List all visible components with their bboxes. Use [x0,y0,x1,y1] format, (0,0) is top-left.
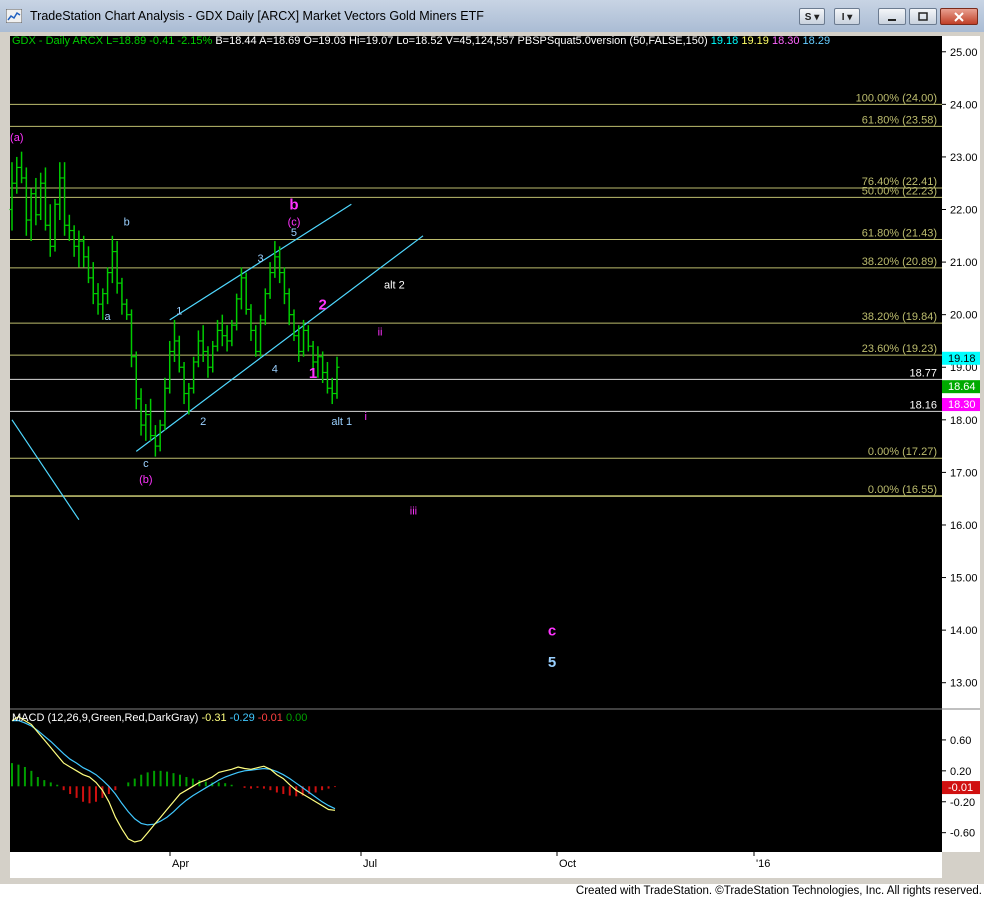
price-axis-tick-label: 24.00 [950,99,978,111]
level-label: 50.00% (22.23) [862,185,937,197]
price-tag-label: 19.18 [948,353,976,365]
level-label: 100.00% (24.00) [856,92,937,104]
level-label: 38.20% (19.84) [862,311,937,323]
wave-label: 2 [318,296,326,313]
header-field: -2.15% [177,35,215,47]
macd-header: MACD (12,26,9,Green,Red,DarkGray) -0.31 … [12,712,307,724]
header-field: B=18.44 [215,35,259,47]
wave-label: alt 1 [331,416,352,428]
time-axis-tick-label: Apr [172,858,189,870]
maximize-icon [918,12,928,21]
wave-label: (c) [288,216,301,228]
macd-label: MACD (12,26,9,Green,Red,DarkGray) [12,712,202,724]
macd-value: -0.31 [202,712,230,724]
price-panel-background [10,36,942,709]
wave-label: 5 [291,227,297,239]
macd-axis-tick-label: -0.20 [950,797,975,809]
close-icon [954,12,964,22]
level-label: 18.77 [909,367,937,379]
macd-value: -0.01 [258,712,286,724]
indicator-link-i-button[interactable]: I ▾ [834,8,860,25]
footer: Created with TradeStation. ©TradeStation… [0,884,984,899]
macd-axis-tick-label: 0.20 [950,766,971,778]
wave-label: (a) [10,132,23,144]
header-field: A=18.69 [259,35,303,47]
wave-label: (b) [139,474,152,486]
chart-window: TradeStation Chart Analysis - GDX Daily … [0,0,984,884]
wave-label: 3 [257,253,263,265]
copyright-credit: Created with TradeStation. ©TradeStation… [575,885,982,897]
price-tag-label: 18.30 [948,399,976,411]
wave-label: c [548,622,556,639]
window-title: TradeStation Chart Analysis - GDX Daily … [30,9,484,23]
level-label: 61.80% (21.43) [862,227,937,239]
macd-last-tag-label: -0.01 [948,782,973,794]
price-axis-tick-label: 25.00 [950,47,978,59]
price-axis-tick-label: 15.00 [950,573,978,585]
header-field: PBSPSquat5.0version (50,FALSE,150) [518,35,711,47]
level-label: 0.00% (17.27) [868,446,937,458]
wave-label: 4 [272,364,278,376]
price-axis-tick-label: 18.00 [950,415,978,427]
indicator-value: 18.30 [772,35,803,47]
wave-label: 2 [200,416,206,428]
wave-label: ii [378,327,383,339]
i-button-label: I [841,12,845,23]
wave-label: b [289,197,298,214]
header-field: GDX - Daily [12,35,73,47]
price-axis-tick-label: 23.00 [950,152,978,164]
price-axis-tick-label: 14.00 [950,625,978,637]
minimize-icon [888,19,896,21]
price-axis-tick-label: 17.00 [950,467,978,479]
macd-axis-tick-label: -0.60 [950,828,975,840]
wave-label: 5 [548,654,556,671]
macd-value: 0.00 [286,712,307,724]
price-axis-tick-label: 13.00 [950,678,978,690]
time-axis-tick-label: Oct [559,858,576,870]
indicator-value: 19.19 [741,35,772,47]
indicator-value: 18.29 [803,35,831,47]
header-field: O=19.03 [303,35,349,47]
header-field: Lo=18.52 [396,35,445,47]
maximize-button[interactable] [909,8,937,25]
symbol-link-s-button[interactable]: S ▾ [799,8,825,25]
wave-label: iii [410,505,417,517]
s-button-label: S [804,12,812,23]
price-tag-label: 18.64 [948,381,976,393]
wave-label: c [143,458,149,470]
level-label: 38.20% (20.89) [862,256,937,268]
wave-label: b [124,216,130,228]
price-axis-tick-label: 20.00 [950,310,978,322]
title-bar[interactable]: TradeStation Chart Analysis - GDX Daily … [0,0,984,33]
level-label: 23.60% (19.23) [862,343,937,355]
macd-value: -0.29 [230,712,258,724]
time-axis-background [10,852,942,878]
header-field: -0.41 [149,35,177,47]
minimize-button[interactable] [878,8,906,25]
header-field: Hi=19.07 [349,35,396,47]
level-label: 18.16 [909,399,937,411]
tradestation-app-icon [6,9,22,23]
wave-label: 1 [176,306,182,318]
wave-label: alt 2 [384,279,405,291]
close-button[interactable] [940,8,978,25]
header-field: L=18.89 [106,35,149,47]
level-label: 0.00% (16.55) [868,484,937,496]
header-field: V=45,124,557 [446,35,518,47]
wave-label: 1 [309,365,317,382]
price-axis-tick-label: 22.00 [950,205,978,217]
macd-axis-tick-label: 0.60 [950,735,971,747]
chart-header: GDX - Daily ARCX L=18.89 -0.41 -2.15% B=… [12,35,830,47]
price-axis-tick-label: 16.00 [950,520,978,532]
indicator-value: 19.18 [711,35,742,47]
header-field: ARCX [73,35,107,47]
price-chart[interactable]: 13.0014.0015.0016.0017.0018.0019.0020.00… [0,32,984,884]
wave-label: i [364,411,366,423]
level-label: 61.80% (23.58) [862,114,937,126]
time-axis-tick-label: '16 [756,858,770,870]
time-axis-tick-label: Jul [363,858,377,870]
wave-label: a [105,311,112,323]
price-axis-tick-label: 21.00 [950,257,978,269]
